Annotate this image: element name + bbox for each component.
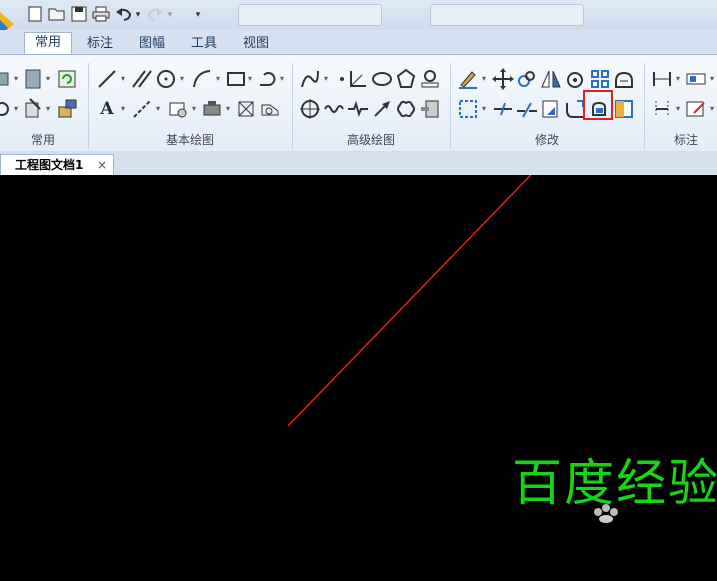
move-icon[interactable] [491,67,515,91]
properties-icon[interactable] [22,67,46,91]
ribbon-panel: ▾ ▾ ▾ ▾ 常用 ▾ ▾ ▾ ▾ ▾ A ▾ ▾ ▾ ▾ 基本绘图 ▾ 高级… [0,54,717,152]
centerline-icon[interactable] [130,97,154,121]
dimension-icon[interactable] [650,67,674,91]
group-label-biaozhu: 标注 [673,133,698,147]
arrow-icon[interactable] [370,97,394,121]
mirror-icon[interactable] [539,67,563,91]
chevron-down-icon[interactable]: ▾ [44,67,52,91]
scale-icon[interactable] [539,97,563,121]
chevron-down-icon[interactable]: ▾ [178,67,186,91]
chevron-down-icon[interactable]: ▾ [119,97,127,121]
customize-icon[interactable]: ▾ [192,6,204,24]
document-tab-label: 工程图文档1 [15,158,84,172]
chevron-down-icon[interactable]: ▾ [674,67,682,91]
line-icon[interactable] [95,67,119,91]
save-icon[interactable] [70,6,88,24]
datum-icon[interactable] [650,97,674,121]
print-icon[interactable] [92,6,110,24]
tab-tufu[interactable]: 图幅 [132,34,172,54]
document-tab-bar: 工程图文档1 × [0,151,717,176]
open-file-icon[interactable] [48,6,66,24]
chevron-down-icon[interactable]: ▾ [246,67,254,91]
chevron-down-icon[interactable]: ▾ [44,97,52,121]
group-label-xiugai: 修改 [534,133,559,147]
tab-gongju[interactable]: 工具 [184,34,224,54]
undo-dropdown-icon[interactable]: ▾ [134,6,142,24]
ribbon-tab-bar: 常用 标注 图幅 工具 视图 [0,30,717,55]
tab-shitu[interactable]: 视图 [236,34,276,54]
text-icon[interactable]: A [95,97,119,121]
annotation-arrow [287,175,532,427]
chevron-down-icon[interactable]: ▾ [480,67,488,91]
chevron-down-icon[interactable]: ▾ [119,67,127,91]
wave-line-icon[interactable] [322,97,346,121]
ellipse-icon[interactable] [370,67,394,91]
refresh-icon[interactable] [56,67,80,91]
group-separator [644,63,645,149]
chevron-down-icon[interactable]: ▾ [214,67,222,91]
spline-icon[interactable] [298,67,322,91]
circle-icon[interactable] [154,67,178,91]
break-line-icon[interactable] [346,97,370,121]
new-file-icon[interactable] [26,6,44,24]
angle-line-icon[interactable] [346,67,370,91]
chevron-down-icon[interactable]: ▾ [708,67,716,91]
chevron-down-icon[interactable]: ▾ [674,97,682,121]
hole-icon[interactable] [418,67,442,91]
grid-icon[interactable] [234,97,258,121]
group-label-jiben: 基本绘图 [165,133,214,147]
tab-biaozhu[interactable]: 标注 [80,34,120,54]
rectangle-icon[interactable] [224,67,248,91]
array-icon[interactable] [588,67,612,91]
hatch-icon[interactable] [166,97,190,121]
break-icon[interactable] [515,97,539,121]
block-icon[interactable] [200,97,224,121]
stretch-icon[interactable] [612,67,636,91]
drawing-canvas[interactable]: 百度经验 [0,175,717,581]
region-icon[interactable] [258,97,282,121]
style-icon[interactable] [22,97,46,121]
delete-icon[interactable] [456,67,480,91]
group-separator [450,63,451,149]
explode-icon[interactable] [612,97,636,121]
background-window-tab[interactable] [430,4,584,26]
group-label-gaoji: 高级绘图 [346,133,395,147]
chevron-down-icon[interactable]: ▾ [480,97,488,121]
tab-changyong[interactable]: 常用 [24,32,72,55]
chevron-down-icon[interactable]: ▾ [278,67,286,91]
quick-access-toolbar: ▾ ▾ ▾ [0,0,717,36]
chevron-down-icon[interactable]: ▾ [12,67,20,91]
redo-icon[interactable] [146,6,164,24]
coordinate-dim-icon[interactable] [684,67,708,91]
table-icon[interactable] [418,97,442,121]
chevron-down-icon[interactable]: ▾ [224,97,232,121]
parallel-line-icon[interactable] [130,67,154,91]
copy-icon[interactable] [515,67,539,91]
group-separator [88,63,89,149]
background-window-tab[interactable] [238,4,382,26]
polygon-icon[interactable] [394,67,418,91]
chevron-down-icon[interactable]: ▾ [154,97,162,121]
offset-icon[interactable] [587,97,611,121]
group-separator [292,63,293,149]
rotate-icon[interactable] [563,67,587,91]
center-mark-icon[interactable] [298,97,322,121]
chevron-down-icon[interactable]: ▾ [322,67,330,91]
close-icon[interactable]: × [97,155,107,176]
group-label-changyong: 常用 [30,133,55,147]
chevron-down-icon[interactable]: ▾ [708,97,716,121]
trim-icon[interactable] [456,97,480,121]
tab-document[interactable]: 工程图文档1 × [0,154,114,176]
polyline-icon[interactable] [256,67,280,91]
redo-dropdown-icon[interactable]: ▾ [166,6,174,24]
chevron-down-icon[interactable]: ▾ [12,97,20,121]
paw-logo-icon [590,502,630,524]
text-edit-icon[interactable] [684,97,708,121]
cloud-line-icon[interactable] [394,97,418,121]
extend-icon[interactable] [491,97,515,121]
format-brush-icon[interactable] [56,97,80,121]
arc-icon[interactable] [190,67,214,91]
undo-icon[interactable] [115,6,133,24]
chevron-down-icon[interactable]: ▾ [190,97,198,121]
